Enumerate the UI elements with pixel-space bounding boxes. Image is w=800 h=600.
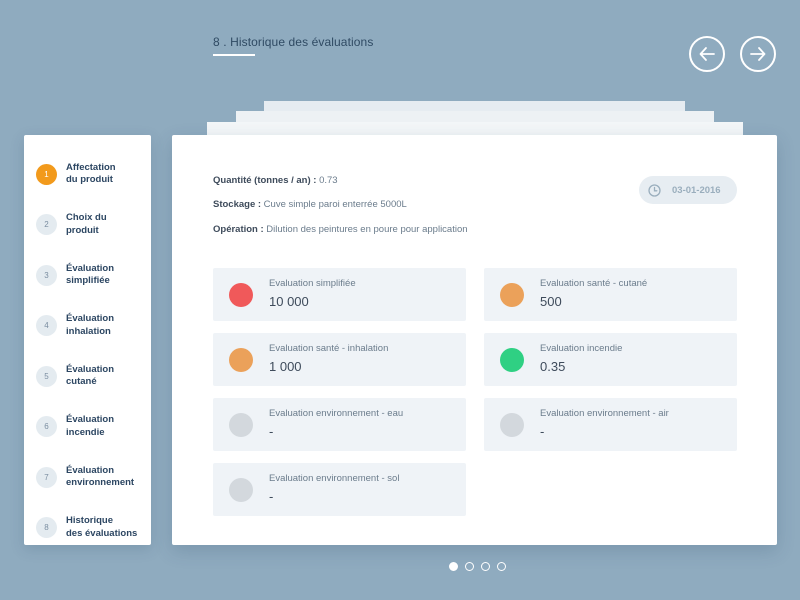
quantity-label: Quantité (tonnes / an) : [213, 175, 317, 186]
tile-label: Evaluation environnement - eau [269, 408, 404, 419]
status-dot [229, 283, 253, 307]
tile-value: 500 [540, 294, 562, 309]
operation-value: Dilution des peintures en poure pour app… [263, 224, 468, 235]
sidebar-item-label: Historique des évaluations [66, 515, 138, 539]
sidebar-item-affectation[interactable]: 1 Affectation du produit [24, 149, 151, 200]
page-dot-1[interactable] [449, 562, 458, 571]
tile-label: Evaluation environnement - sol [269, 473, 400, 484]
operation-info: Opération : Dilution des peintures en po… [213, 224, 468, 235]
storage-label: Stockage : [213, 199, 262, 210]
sidebar-item-label: Évaluation environnement [66, 464, 135, 489]
page-dot-3[interactable] [481, 562, 490, 571]
operation-label: Opération : [213, 224, 264, 235]
status-dot [229, 478, 253, 502]
tile-label: Evaluation santé - cutané [540, 278, 648, 289]
steps-sidebar: 1 Affectation du produit 2 Choix du prod… [24, 135, 151, 545]
sidebar-item-evaluation-incendie[interactable]: 6 Évaluation incendie [24, 402, 151, 453]
date-text: 03-01-2016 [672, 184, 721, 196]
page-title: 8 . Historique des évaluations [213, 35, 374, 49]
page-dot-2[interactable] [465, 562, 474, 571]
tile-value: 0.35 [540, 359, 566, 374]
arrow-left-icon [699, 47, 715, 61]
storage-info: Stockage : Cuve simple paroi enterrée 50… [213, 199, 407, 210]
evaluation-tile-simplifiee[interactable]: Evaluation simplifiée 10 000 [213, 268, 466, 321]
status-dot [500, 348, 524, 372]
storage-value: Cuve simple paroi enterrée 5000L [261, 199, 407, 210]
quantity-value: 0.73 [316, 175, 338, 186]
evaluation-history-card: Quantité (tonnes / an) : 0.73 Stockage :… [172, 135, 777, 545]
evaluation-tile-incendie[interactable]: Evaluation incendie 0.35 [484, 333, 737, 386]
sidebar-item-label: Évaluation cutané [66, 363, 115, 388]
sidebar-item-evaluation-environnement[interactable]: 7 Évaluation environnement [24, 452, 151, 503]
status-dot [229, 413, 253, 437]
tile-value: 10 000 [269, 294, 309, 309]
step-number: 6 [36, 416, 57, 438]
evaluation-tile-environnement-air[interactable]: Evaluation environnement - air - [484, 398, 737, 451]
step-number: 3 [36, 264, 57, 286]
previous-button[interactable] [689, 36, 725, 72]
tile-label: Evaluation santé - inhalation [269, 343, 389, 354]
step-number: 2 [36, 214, 57, 236]
status-dot [229, 348, 253, 372]
sidebar-item-historique[interactable]: 8 Historique des évaluations [24, 503, 151, 554]
sidebar-item-label: Choix du produit [66, 212, 107, 236]
step-number: 8 [36, 517, 57, 539]
page-dot-4[interactable] [497, 562, 506, 571]
sidebar-item-label: Affectation du produit [66, 161, 116, 186]
sidebar-item-label: Évaluation incendie [66, 414, 115, 438]
sidebar-item-evaluation-inhalation[interactable]: 4 Évaluation inhalation [24, 301, 151, 352]
tile-value: - [269, 424, 274, 439]
quantity-info: Quantité (tonnes / an) : 0.73 [213, 175, 338, 186]
sidebar-item-label: Évaluation inhalation [66, 313, 115, 337]
clock-icon [648, 183, 661, 197]
sidebar-item-evaluation-cutane[interactable]: 5 Évaluation cutané [24, 351, 151, 402]
tile-label: Evaluation incendie [540, 343, 623, 354]
tile-value: - [540, 424, 545, 439]
date-badge: 03-01-2016 [639, 176, 737, 204]
tile-value: 1 000 [269, 359, 302, 374]
step-number: 5 [36, 365, 57, 387]
tile-label: Evaluation environnement - air [540, 408, 669, 419]
sidebar-item-label: Évaluation simplifiée [66, 262, 115, 287]
sidebar-item-evaluation-simplifiee[interactable]: 3 Évaluation simplifiée [24, 250, 151, 301]
tile-label: Evaluation simplifiée [269, 278, 356, 289]
status-dot [500, 413, 524, 437]
page-title-underline [213, 54, 255, 56]
next-button[interactable] [740, 36, 776, 72]
sidebar-item-choix-produit[interactable]: 2 Choix du produit [24, 200, 151, 251]
status-dot [500, 283, 524, 307]
evaluation-tile-inhalation[interactable]: Evaluation santé - inhalation 1 000 [213, 333, 466, 386]
arrow-right-icon [750, 47, 766, 61]
evaluation-tile-cutane[interactable]: Evaluation santé - cutané 500 [484, 268, 737, 321]
step-number: 7 [36, 466, 57, 488]
step-number: 1 [36, 163, 57, 185]
pagination-dots [449, 562, 506, 571]
evaluation-tile-environnement-sol[interactable]: Evaluation environnement - sol - [213, 463, 466, 516]
tile-value: - [269, 489, 274, 504]
step-number: 4 [36, 315, 57, 337]
evaluation-tile-environnement-eau[interactable]: Evaluation environnement - eau - [213, 398, 466, 451]
